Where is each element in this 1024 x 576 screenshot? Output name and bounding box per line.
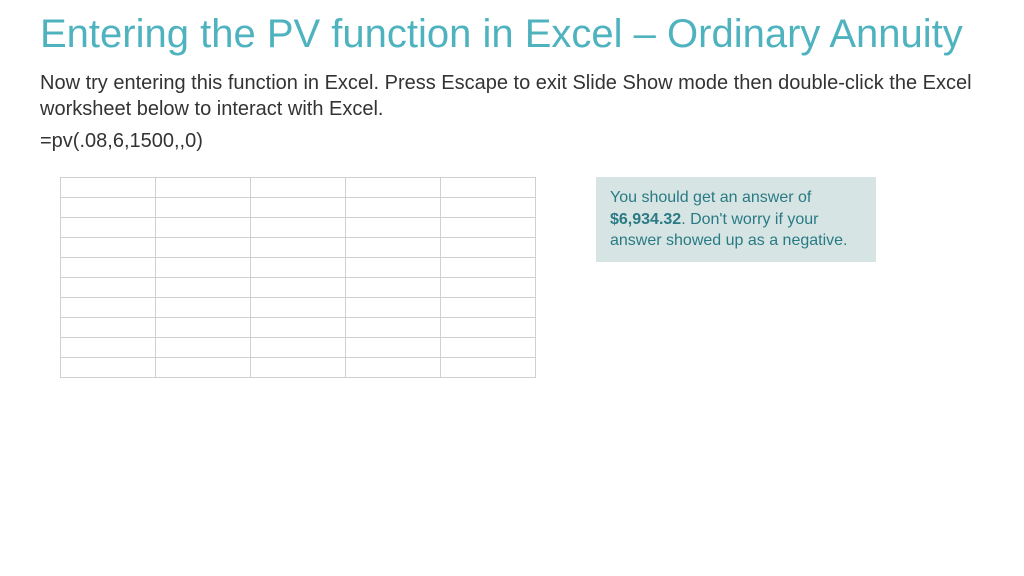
table-cell[interactable]: [251, 318, 346, 338]
slide-title: Entering the PV function in Excel – Ordi…: [40, 10, 984, 58]
table-cell[interactable]: [251, 218, 346, 238]
table-cell[interactable]: [156, 218, 251, 238]
table-cell[interactable]: [346, 298, 441, 318]
table-cell[interactable]: [251, 198, 346, 218]
callout-pre: You should get an answer of: [610, 189, 811, 206]
table-row: [61, 278, 536, 298]
table-cell[interactable]: [346, 218, 441, 238]
excel-worksheet[interactable]: [60, 177, 536, 378]
table-cell[interactable]: [61, 178, 156, 198]
table-cell[interactable]: [61, 198, 156, 218]
table-cell[interactable]: [156, 338, 251, 358]
table-cell[interactable]: [61, 338, 156, 358]
table-cell[interactable]: [61, 278, 156, 298]
table-cell[interactable]: [441, 338, 536, 358]
slide-container: Entering the PV function in Excel – Ordi…: [0, 0, 1024, 418]
table-row: [61, 358, 536, 378]
table-cell[interactable]: [346, 198, 441, 218]
table-cell[interactable]: [251, 358, 346, 378]
formula-text: =pv(.08,6,1500,,0): [40, 130, 984, 153]
table-cell[interactable]: [251, 298, 346, 318]
table-cell[interactable]: [156, 298, 251, 318]
table-cell[interactable]: [251, 178, 346, 198]
answer-callout: You should get an answer of $6,934.32. D…: [596, 177, 876, 262]
table-row: [61, 218, 536, 238]
table-cell[interactable]: [156, 178, 251, 198]
table-cell[interactable]: [156, 278, 251, 298]
table-cell[interactable]: [441, 218, 536, 238]
table-cell[interactable]: [251, 238, 346, 258]
table-cell[interactable]: [441, 298, 536, 318]
table-cell[interactable]: [61, 258, 156, 278]
table-cell[interactable]: [346, 178, 441, 198]
table-cell[interactable]: [61, 238, 156, 258]
table-row: [61, 318, 536, 338]
table-row: [61, 178, 536, 198]
table-cell[interactable]: [441, 238, 536, 258]
slide-body-text: Now try entering this function in Excel.…: [40, 70, 984, 122]
table-cell[interactable]: [441, 318, 536, 338]
table-cell[interactable]: [346, 238, 441, 258]
table-cell[interactable]: [61, 318, 156, 338]
table-cell[interactable]: [251, 258, 346, 278]
table-cell[interactable]: [156, 358, 251, 378]
table-cell[interactable]: [441, 198, 536, 218]
table-cell[interactable]: [156, 258, 251, 278]
table-cell[interactable]: [61, 218, 156, 238]
table-row: [61, 258, 536, 278]
table-row: [61, 198, 536, 218]
table-cell[interactable]: [156, 318, 251, 338]
table-cell[interactable]: [346, 358, 441, 378]
table-cell[interactable]: [346, 258, 441, 278]
callout-value: $6,934.32: [610, 211, 681, 228]
table-cell[interactable]: [251, 338, 346, 358]
table-row: [61, 298, 536, 318]
table-cell[interactable]: [346, 278, 441, 298]
table-cell[interactable]: [441, 358, 536, 378]
table-cell[interactable]: [346, 318, 441, 338]
content-row: You should get an answer of $6,934.32. D…: [40, 177, 984, 378]
table-cell[interactable]: [441, 278, 536, 298]
table-cell[interactable]: [441, 258, 536, 278]
table-cell[interactable]: [156, 238, 251, 258]
table-cell[interactable]: [61, 358, 156, 378]
table-row: [61, 238, 536, 258]
table-cell[interactable]: [61, 298, 156, 318]
table-cell[interactable]: [441, 178, 536, 198]
table-row: [61, 338, 536, 358]
table-cell[interactable]: [156, 198, 251, 218]
table-cell[interactable]: [346, 338, 441, 358]
table-cell[interactable]: [251, 278, 346, 298]
